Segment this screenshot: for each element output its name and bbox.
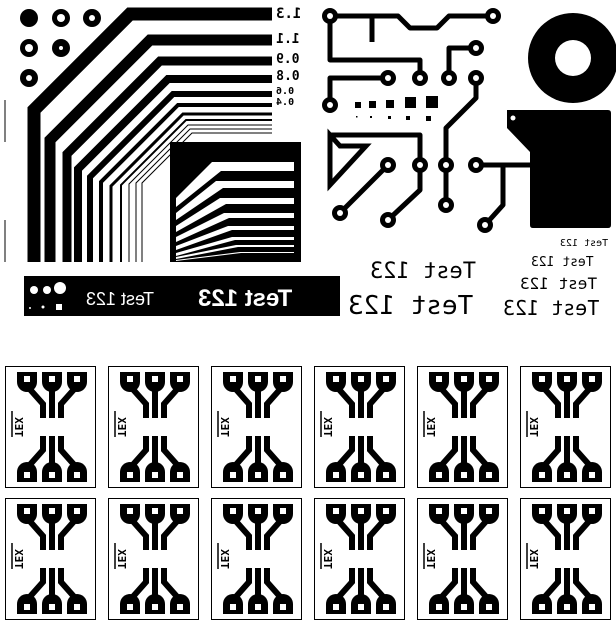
trace-width-label: 0.9 <box>276 52 299 67</box>
module-label: TEX <box>424 549 437 569</box>
text-sample: Test 123 <box>520 274 597 293</box>
module-label: TEX <box>321 417 334 437</box>
text-sample: Test 123 <box>503 296 599 320</box>
module-label: TEX <box>218 549 231 569</box>
module-footprint: TEX <box>417 366 508 488</box>
module-footprint: TEX <box>520 366 611 488</box>
text-sample: Test 123 <box>560 238 608 249</box>
clearance-block <box>170 142 301 262</box>
trace-width-label: 1.3 <box>276 6 301 22</box>
module-label: TEX <box>527 549 540 569</box>
module-footprint: TEX <box>5 366 96 488</box>
banner-text-large: Test 123 <box>198 285 292 312</box>
module-footprint: TEX <box>520 498 611 620</box>
copper-pour <box>507 110 611 228</box>
module-footprint: TEX <box>211 498 302 620</box>
trace-width-label: 0.4 <box>276 97 294 108</box>
triangle-trace <box>327 128 372 192</box>
module-footprint: TEX <box>314 498 405 620</box>
module-footprint: TEX <box>108 498 199 620</box>
text-sample: Test 123 <box>531 255 594 270</box>
trace-width-labels: 1.3 1.1 0.9 0.8 0.60.4 <box>276 6 301 108</box>
module-footprint: TEX <box>108 366 199 488</box>
text-banner: Test 123 Test 123 <box>24 276 340 316</box>
text-sample: Test 123 <box>348 291 473 321</box>
trace-width-label: 0.8 <box>276 69 300 84</box>
banner-text-small: Test 123 <box>86 289 154 309</box>
module-label: TEX <box>115 417 128 437</box>
module-grid: TEX TEX TEX TEX TEX TEX TEX TEX TEX TEX TEX TEX <box>5 366 611 620</box>
text-sample: Test 123 <box>370 259 476 284</box>
module-label: TEX <box>218 417 231 437</box>
pcb-artwork: 1.3 1.1 0.9 0.8 0.60.4 Test 123 Test 123 Tes… <box>4 6 616 620</box>
module-footprint: TEX <box>211 366 302 488</box>
module-label: TEX <box>12 417 25 437</box>
smd-squares <box>355 96 438 121</box>
trace-width-label: 0.6 <box>276 86 294 97</box>
module-label: TEX <box>527 417 540 437</box>
large-ring-pad <box>528 13 616 103</box>
trace-width-label: 1.1 <box>276 32 300 47</box>
module-footprint: TEX <box>5 498 96 620</box>
module-label: TEX <box>115 549 128 569</box>
module-label: TEX <box>12 549 25 569</box>
module-footprint: TEX <box>314 366 405 488</box>
module-label: TEX <box>321 549 334 569</box>
module-label: TEX <box>424 417 437 437</box>
module-footprint: TEX <box>417 498 508 620</box>
